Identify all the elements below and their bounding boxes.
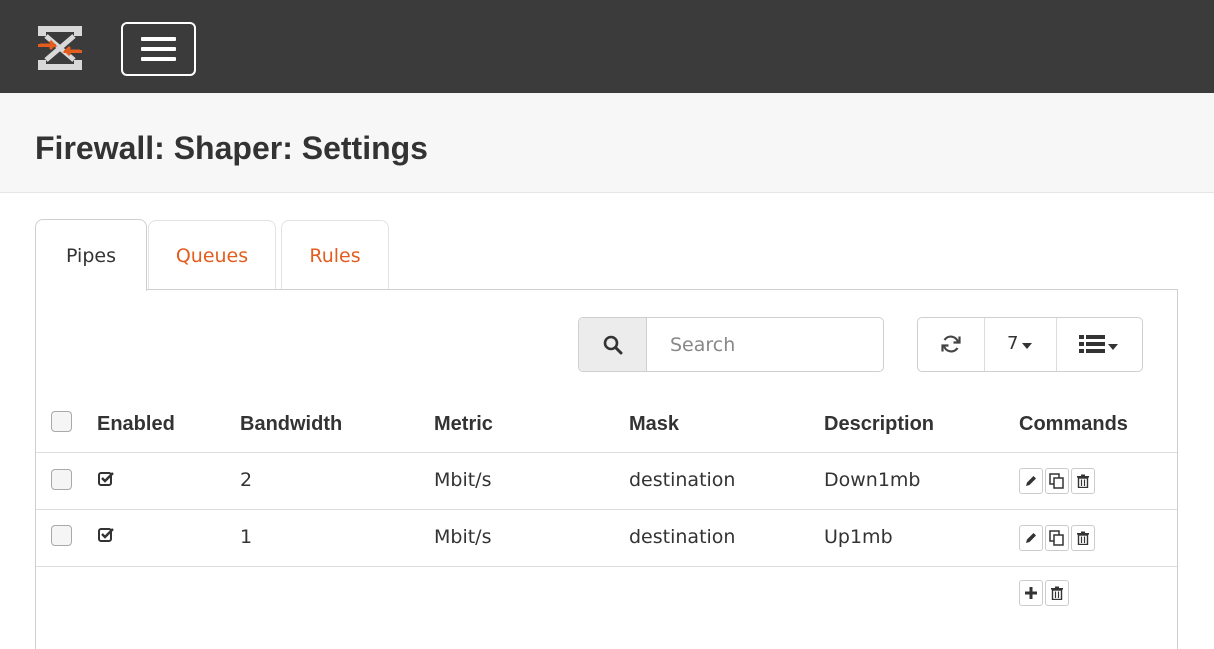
clone-button[interactable] — [1045, 525, 1069, 551]
hamburger-menu-button[interactable] — [121, 22, 196, 76]
check-square-icon — [98, 472, 114, 486]
tab-rules[interactable]: Rules — [281, 220, 389, 289]
delete-button[interactable] — [1071, 525, 1095, 551]
search-group — [578, 317, 884, 372]
metric-cell: Mbit/s — [434, 469, 492, 491]
list-columns-icon — [1079, 335, 1105, 353]
caret-down-icon — [1022, 343, 1032, 349]
trash-icon — [1077, 531, 1089, 545]
opnsense-logo-icon[interactable] — [34, 22, 86, 74]
top-navbar — [0, 0, 1214, 93]
description-cell: Down1mb — [824, 469, 921, 491]
search-icon — [603, 335, 623, 355]
mask-cell: destination — [629, 526, 736, 548]
edit-button[interactable] — [1019, 525, 1043, 551]
row-select-checkbox[interactable] — [51, 525, 72, 546]
edit-button[interactable] — [1019, 468, 1043, 494]
bandwidth-cell: 2 — [240, 469, 253, 491]
search-input[interactable] — [648, 318, 882, 371]
pencil-icon — [1026, 533, 1036, 543]
column-header-mask[interactable]: Mask — [629, 413, 679, 436]
row-select-checkbox[interactable] — [51, 469, 72, 490]
metric-cell: Mbit/s — [434, 526, 492, 548]
tab-queues[interactable]: Queues — [148, 220, 276, 289]
delete-button[interactable] — [1071, 468, 1095, 494]
caret-down-icon — [1108, 344, 1118, 350]
tab-label: Queues — [175, 245, 249, 267]
row-divider — [36, 452, 1177, 453]
rows-per-page-value: 7 — [1007, 333, 1019, 354]
tab-label: Pipes — [66, 245, 116, 267]
trash-icon — [1051, 586, 1063, 600]
refresh-icon — [941, 335, 961, 353]
delete-selected-button[interactable] — [1045, 580, 1069, 606]
grid-toolbar: 7 — [917, 317, 1143, 372]
row-divider — [36, 509, 1177, 510]
plus-icon — [1025, 587, 1037, 599]
pencil-icon — [1026, 476, 1036, 486]
refresh-button[interactable] — [918, 318, 985, 371]
column-header-bandwidth[interactable]: Bandwidth — [240, 413, 342, 436]
mask-cell: destination — [629, 469, 736, 491]
column-header-metric[interactable]: Metric — [434, 413, 493, 436]
page-title: Firewall: Shaper: Settings — [35, 130, 428, 166]
clone-button[interactable] — [1045, 468, 1069, 494]
rows-per-page-dropdown[interactable]: 7 — [985, 318, 1057, 371]
column-header-enabled[interactable]: Enabled — [97, 413, 175, 436]
search-addon[interactable] — [579, 318, 647, 371]
hamburger-icon — [141, 37, 176, 41]
trash-icon — [1077, 474, 1089, 488]
column-header-commands: Commands — [1019, 413, 1128, 435]
select-all-checkbox[interactable] — [51, 411, 72, 432]
copy-icon — [1049, 530, 1064, 546]
copy-icon — [1049, 473, 1064, 489]
tab-pipes[interactable]: Pipes — [35, 219, 147, 291]
column-header-description[interactable]: Description — [824, 413, 934, 436]
check-square-icon — [98, 528, 114, 542]
add-button[interactable] — [1019, 580, 1043, 606]
columns-dropdown[interactable] — [1057, 318, 1143, 371]
description-cell: Up1mb — [824, 526, 893, 548]
tab-label: Rules — [309, 245, 361, 267]
bandwidth-cell: 1 — [240, 526, 253, 548]
row-divider — [36, 566, 1177, 567]
